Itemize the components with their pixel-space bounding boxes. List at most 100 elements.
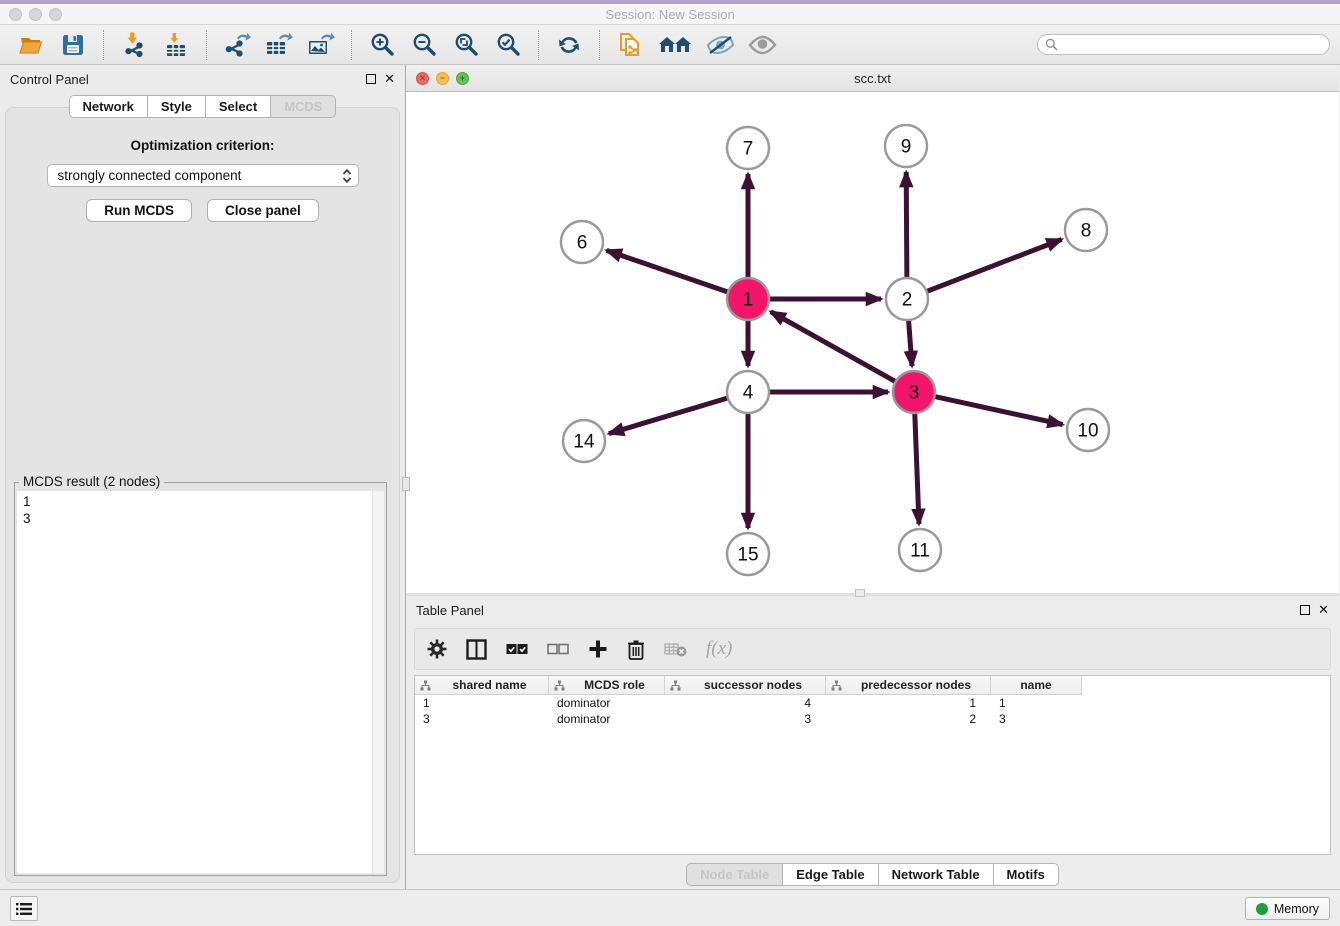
edge-3-11[interactable] (915, 411, 919, 524)
node-10[interactable]: 10 (1067, 409, 1109, 451)
edge-2-9[interactable] (906, 172, 907, 280)
save-session-icon[interactable] (58, 30, 88, 60)
edge-2-3[interactable] (908, 318, 912, 366)
node-9[interactable]: 9 (885, 125, 927, 167)
node-8[interactable]: 8 (1065, 209, 1107, 251)
network-minimize-button[interactable]: − (436, 72, 449, 85)
node-table[interactable]: shared nameMCDS rolesuccessor nodesprede… (414, 675, 1331, 855)
node-14[interactable]: 14 (563, 420, 605, 462)
cell-name[interactable]: 1 (991, 695, 1082, 711)
tab-network[interactable]: Network (69, 95, 148, 118)
zoom-out-icon[interactable] (409, 30, 439, 60)
add-row-icon[interactable] (588, 639, 608, 659)
criterion-select[interactable]: strongly connected component (47, 164, 359, 187)
toolbar-separator (599, 30, 600, 60)
horizontal-splitter-handle[interactable] (855, 589, 865, 597)
cell-shared-name[interactable]: 3 (415, 711, 549, 727)
column-header-shared-name[interactable]: shared name (415, 676, 549, 695)
cell-predecessor-nodes[interactable]: 1 (826, 695, 991, 711)
export-table-icon[interactable] (264, 30, 294, 60)
cell-name[interactable]: 3 (991, 711, 1082, 727)
zoom-fit-icon[interactable] (451, 30, 481, 60)
gear-icon[interactable] (427, 639, 447, 659)
select-all-icon[interactable] (506, 642, 528, 656)
home-view-icon[interactable] (657, 30, 693, 60)
mcds-result-scrollbar[interactable] (372, 491, 384, 873)
search-input[interactable] (1037, 34, 1330, 55)
float-table-panel-icon[interactable] (1300, 605, 1310, 615)
refresh-icon[interactable] (554, 30, 584, 60)
zoom-selected-icon[interactable] (493, 30, 523, 60)
window-minimize-button[interactable] (29, 8, 42, 21)
network-close-button[interactable]: ✕ (416, 72, 429, 85)
tab-motifs[interactable]: Motifs (993, 863, 1059, 886)
svg-text:15: 15 (737, 545, 758, 566)
tab-mcds[interactable]: MCDS (270, 95, 336, 118)
hide-panel-icon[interactable] (705, 30, 735, 60)
import-table-icon[interactable] (161, 30, 191, 60)
zoom-in-icon[interactable] (367, 30, 397, 60)
close-table-panel-icon[interactable]: ✕ (1318, 605, 1329, 615)
tab-network-table[interactable]: Network Table (878, 863, 994, 886)
node-3[interactable]: 3 (893, 371, 935, 413)
close-panel-button[interactable]: Close panel (207, 199, 319, 222)
node-4[interactable]: 4 (727, 371, 769, 413)
tab-node-table[interactable]: Node Table (686, 863, 783, 886)
memory-button[interactable]: Memory (1245, 897, 1330, 920)
table-row[interactable]: 1dominator411 (415, 695, 1330, 711)
show-panel-icon[interactable] (747, 30, 777, 60)
horizontal-splitter[interactable] (406, 593, 1339, 596)
toolbar-separator (351, 30, 352, 60)
cell-successor-nodes[interactable]: 3 (665, 711, 826, 727)
run-mcds-button[interactable]: Run MCDS (86, 199, 192, 222)
duplicate-network-icon[interactable] (615, 30, 645, 60)
tab-edge-table[interactable]: Edge Table (782, 863, 878, 886)
node-7[interactable]: 7 (727, 127, 769, 169)
column-header-MCDS-role[interactable]: MCDS role (549, 676, 665, 695)
cell-MCDS-role[interactable]: dominator (549, 695, 665, 711)
window-zoom-button[interactable] (49, 8, 62, 21)
column-header-name[interactable]: name (991, 676, 1082, 695)
cell-successor-nodes[interactable]: 4 (665, 695, 826, 711)
column-header-successor-nodes[interactable]: successor nodes (665, 676, 826, 695)
node-2[interactable]: 2 (886, 278, 928, 320)
column-icon[interactable] (466, 639, 487, 660)
tab-select[interactable]: Select (205, 95, 271, 118)
edge-3-1[interactable] (771, 312, 898, 383)
column-header-predecessor-nodes[interactable]: predecessor nodes (826, 676, 991, 695)
svg-text:7: 7 (743, 139, 754, 160)
tab-style[interactable]: Style (147, 95, 206, 118)
node-11[interactable]: 11 (899, 529, 941, 571)
cell-predecessor-nodes[interactable]: 2 (826, 711, 991, 727)
edge-3-10[interactable] (933, 396, 1063, 424)
import-network-icon[interactable] (119, 30, 149, 60)
svg-text:6: 6 (577, 233, 588, 254)
mcds-result-area[interactable]: 1 3 (17, 491, 384, 873)
edge-4-14[interactable] (609, 397, 730, 433)
cell-MCDS-role[interactable]: dominator (549, 711, 665, 727)
open-session-icon[interactable] (16, 30, 46, 60)
node-6[interactable]: 6 (561, 221, 603, 263)
float-panel-icon[interactable] (366, 74, 376, 84)
unselect-all-icon[interactable] (547, 642, 569, 656)
export-network-icon[interactable] (222, 30, 252, 60)
close-panel-icon[interactable]: ✕ (384, 74, 395, 84)
window-close-button[interactable] (9, 8, 22, 21)
function-builder-icon[interactable]: f(x) (706, 638, 732, 660)
network-zoom-button[interactable]: + (456, 72, 469, 85)
delete-table-icon[interactable] (664, 641, 687, 657)
delete-row-icon[interactable] (627, 639, 645, 660)
edge-2-8[interactable] (925, 239, 1062, 292)
control-panel-titlebar: Control Panel ✕ (0, 65, 405, 93)
node-15[interactable]: 15 (727, 533, 769, 575)
network-canvas[interactable]: 7 9 6 8 1 2 4 3 14 10 15 11 (406, 92, 1339, 593)
mcds-panel-body: Optimization criterion: strongly connect… (5, 107, 400, 883)
export-image-icon[interactable] (306, 30, 336, 60)
edge-1-6[interactable] (607, 250, 730, 292)
node-1[interactable]: 1 (727, 278, 769, 320)
task-history-button[interactable] (10, 896, 38, 921)
panel-splitter-handle[interactable] (402, 477, 410, 491)
cell-shared-name[interactable]: 1 (415, 695, 549, 711)
table-row[interactable]: 3dominator323 (415, 711, 1330, 727)
table-panel: Table Panel ✕ (406, 596, 1339, 889)
